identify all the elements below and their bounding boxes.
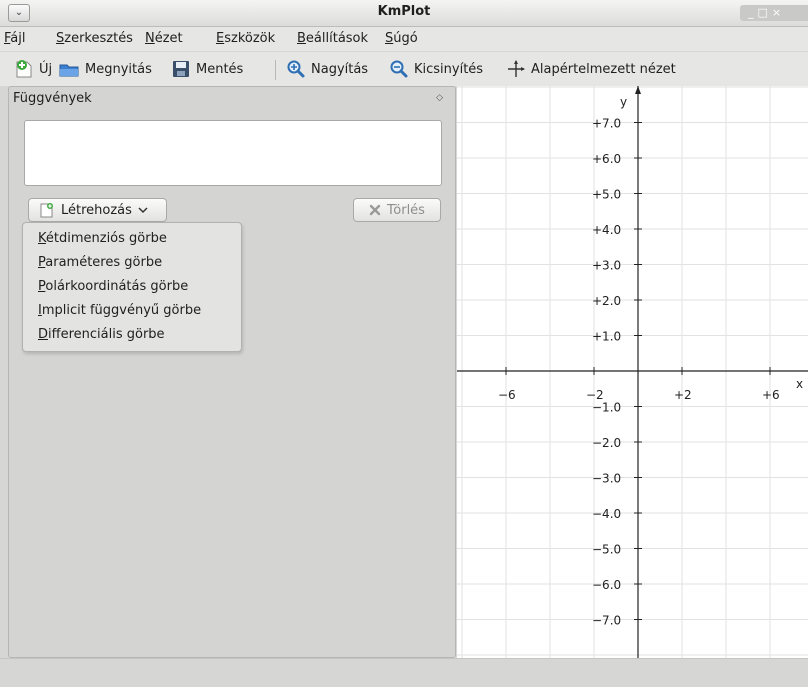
plot-area[interactable]: y x −6 −2 +2 +6 +7.0 +6.0 +5.0 +4.0 +3.0 +2.0 +1.0 −1…: [457, 86, 808, 658]
plot-canvas: yx−6 −2 +2 +6+7.0+6.0+5.0+4.0+3.0+2.0+1.0−1…: [457, 86, 808, 658]
save-button-label: Mentés: [196, 61, 244, 77]
y-tick-label: +1.0: [592, 330, 621, 344]
window-controls[interactable]: _□×: [740, 5, 808, 21]
menu-bar: Fájl Szerkesztés Nézet Eszközök Beállítá…: [0, 27, 808, 51]
delete-button-label: Törlés: [387, 202, 425, 218]
y-axis-label: y: [620, 95, 627, 109]
function-list[interactable]: [24, 120, 442, 186]
new-function-icon: [40, 203, 53, 218]
functions-panel: Függvények ◇ Létrehozás Törlés: [8, 86, 456, 658]
create-menu: Kétdimenziós görbe Paraméteres görbe Pol…: [22, 222, 242, 352]
create-button-label: Létrehozás: [61, 202, 132, 218]
menu-item-implicit[interactable]: Implicit függvényű görbe: [38, 303, 201, 318]
toolbar-separator: [275, 60, 276, 80]
y-tick-label: +7.0: [592, 117, 621, 131]
y-tick-label: +4.0: [592, 223, 621, 237]
menu-settings[interactable]: Beállítások: [297, 31, 368, 46]
reset-view-button[interactable]: Alapértelmezett nézet: [506, 59, 676, 79]
zoom-out-button[interactable]: Kicsinyítés: [389, 59, 483, 79]
delete-button[interactable]: Törlés: [353, 198, 441, 222]
open-button[interactable]: Megnyitás: [58, 59, 152, 79]
new-button-label: Új: [39, 61, 53, 77]
panel-float-button[interactable]: ◇: [436, 93, 443, 103]
open-button-label: Megnyitás: [85, 61, 152, 77]
menu-file[interactable]: Fájl: [4, 31, 26, 46]
functions-panel-title: Függvények: [13, 91, 92, 106]
x-tick-label: +2: [674, 388, 692, 402]
title-bar: ⌄ KmPlot _□×: [0, 0, 808, 27]
y-tick-label: +6.0: [592, 152, 621, 166]
y-tick-label: +2.0: [592, 294, 621, 308]
chevron-down-icon: [138, 207, 148, 214]
zoom-out-label: Kicsinyítés: [414, 61, 484, 77]
new-button[interactable]: Új: [14, 59, 52, 79]
y-tick-label: −6.0: [592, 578, 621, 592]
window-title: KmPlot: [377, 4, 431, 19]
menu-item-parametric[interactable]: Paraméteres görbe: [38, 255, 162, 270]
reset-view-label: Alapértelmezett nézet: [531, 61, 676, 77]
y-tick-label: −3.0: [592, 472, 621, 486]
menu-item-cartesian[interactable]: Kétdimenziós görbe: [38, 231, 167, 246]
axes: [457, 86, 808, 658]
save-button[interactable]: Mentés: [171, 59, 243, 79]
y-tick-label: −2.0: [592, 436, 621, 450]
crosshair-axes-icon: [508, 60, 525, 77]
menu-tools[interactable]: Eszközök: [216, 31, 275, 46]
menu-help[interactable]: Súgó: [385, 31, 418, 46]
toolbar: Új Megnyitás Mentés Nagyítás Kicsinyítés: [0, 52, 808, 86]
x-tick-label: −6: [498, 388, 516, 402]
x-axis-label: x: [796, 377, 803, 391]
open-folder-icon: [59, 64, 79, 77]
menu-item-polar[interactable]: Polárkoordinátás görbe: [38, 279, 188, 294]
zoom-out-icon: [390, 60, 408, 78]
menu-item-differential[interactable]: Differenciális görbe: [38, 327, 165, 342]
zoom-in-button[interactable]: Nagyítás: [286, 59, 368, 79]
status-bar: [0, 658, 808, 687]
new-document-icon: [16, 60, 32, 78]
y-tick-label: +3.0: [592, 259, 621, 273]
y-tick-label: −1.0: [592, 401, 621, 415]
create-button[interactable]: Létrehozás: [28, 198, 167, 222]
y-tick-label: −5.0: [592, 543, 621, 557]
zoom-in-icon: [287, 60, 305, 78]
save-disk-icon: [173, 61, 189, 77]
delete-x-icon: [369, 204, 381, 216]
menu-view[interactable]: Nézet: [145, 31, 183, 46]
tick-labels: yx−6 −2 +2 +6+7.0+6.0+5.0+4.0+3.0+2.0+1.0−1…: [498, 95, 803, 628]
y-tick-label: +5.0: [592, 188, 621, 202]
grid: [457, 86, 808, 658]
y-tick-label: −7.0: [592, 614, 621, 628]
zoom-in-label: Nagyítás: [311, 61, 369, 77]
menu-edit[interactable]: Szerkesztés: [56, 31, 133, 46]
y-tick-label: −4.0: [592, 507, 621, 521]
x-tick-label: +6: [762, 388, 780, 402]
